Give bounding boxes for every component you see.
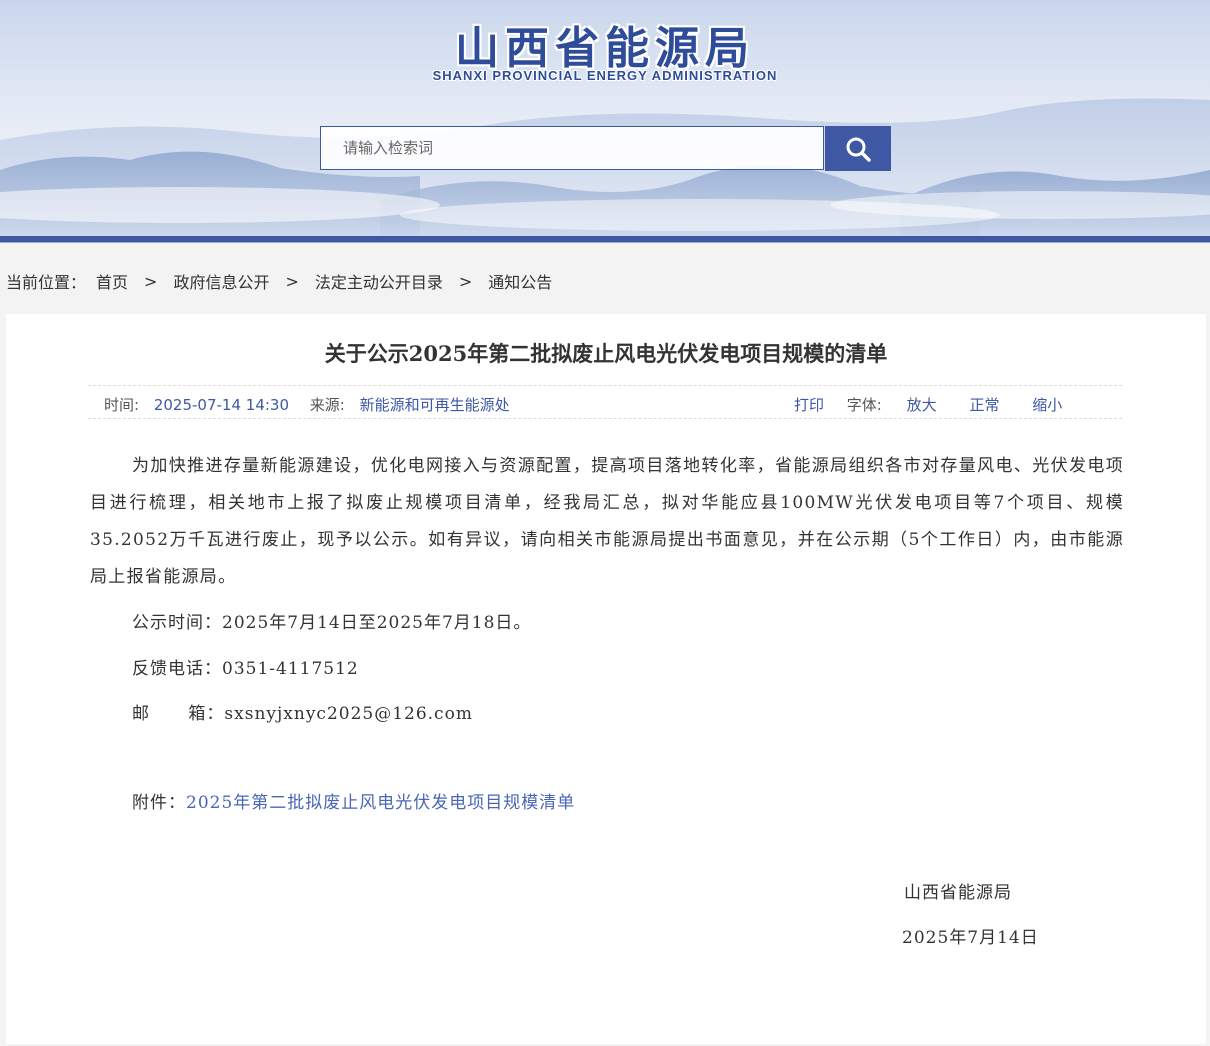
breadcrumb-label: 当前位置： xyxy=(6,273,87,292)
article-source: 新能源和可再生能源处 xyxy=(359,396,510,414)
breadcrumb-separator: > xyxy=(144,271,158,291)
font-normal-button[interactable]: 正常 xyxy=(969,396,999,414)
font-size-label: 字体: xyxy=(846,396,882,414)
search-input[interactable] xyxy=(321,127,823,169)
time-label: 时间: xyxy=(104,396,140,414)
print-button[interactable]: 打印 xyxy=(794,396,824,414)
signature-date: 2025年7月14日 xyxy=(902,928,1039,948)
feedback-email: 邮 箱：sxsnyjxnyc2025@126.com xyxy=(132,704,473,724)
search-box xyxy=(320,126,824,170)
breadcrumb-separator: > xyxy=(458,271,473,291)
publish-time: 2025-07-14 14:30 xyxy=(153,396,290,414)
article-body: 为加快推进存量新能源建设，优化电网接入与资源配置，提高项目落地转化率，省能源局组… xyxy=(90,448,1124,813)
attachment-link[interactable]: 2025年第二批拟废止风电光伏发电项目规模清单 xyxy=(186,793,575,813)
breadcrumb-notices[interactable]: 通知公告 xyxy=(488,269,552,293)
search-button[interactable] xyxy=(825,126,891,171)
breadcrumb: 当前位置： 首页 > 政府信息公开 > 法定主动公开目录 > 通知公告 xyxy=(6,269,552,293)
article-paragraph: 为加快推进存量新能源建设，优化电网接入与资源配置，提高项目落地转化率，省能源局组… xyxy=(90,456,1124,587)
site-subtitle: SHANXI PROVINCIAL ENERGY ADMINISTRATION xyxy=(432,68,778,83)
attachment-label: 附件： xyxy=(132,793,186,813)
banner-divider xyxy=(0,236,1210,243)
signature-org: 山西省能源局 xyxy=(904,883,1012,903)
publicity-period: 公示时间：2025年7月14日至2025年7月18日。 xyxy=(132,613,532,633)
font-small-button[interactable]: 缩小 xyxy=(1032,396,1062,414)
source-label: 来源: xyxy=(309,396,345,414)
search-icon xyxy=(846,137,871,162)
site-title: 山西省能源局 xyxy=(455,23,755,74)
breadcrumb-separator: > xyxy=(285,271,299,291)
font-large-button[interactable]: 放大 xyxy=(907,396,937,414)
attachment: 附件：2025年第二批拟废止风电光伏发电项目规模清单 xyxy=(132,788,575,813)
article-meta-bar: 时间: 2025-07-14 14:30 来源: 新能源和可再生能源处 打印 字… xyxy=(88,385,1122,419)
breadcrumb-home[interactable]: 首页 xyxy=(96,269,128,293)
article-card: 关于公示2025年第二批拟废止风电光伏发电项目规模的清单 时间: 2025-07… xyxy=(6,314,1206,1044)
feedback-phone: 反馈电话：0351-4117512 xyxy=(132,659,359,679)
article-title: 关于公示2025年第二批拟废止风电光伏发电项目规模的清单 xyxy=(324,341,888,366)
header-banner: 山西省能源局 SHANXI PROVINCIAL ENERGY ADMINIST… xyxy=(0,0,1210,236)
breadcrumb-catalog[interactable]: 法定主动公开目录 xyxy=(315,269,443,293)
breadcrumb-gov-info[interactable]: 政府信息公开 xyxy=(173,269,269,293)
